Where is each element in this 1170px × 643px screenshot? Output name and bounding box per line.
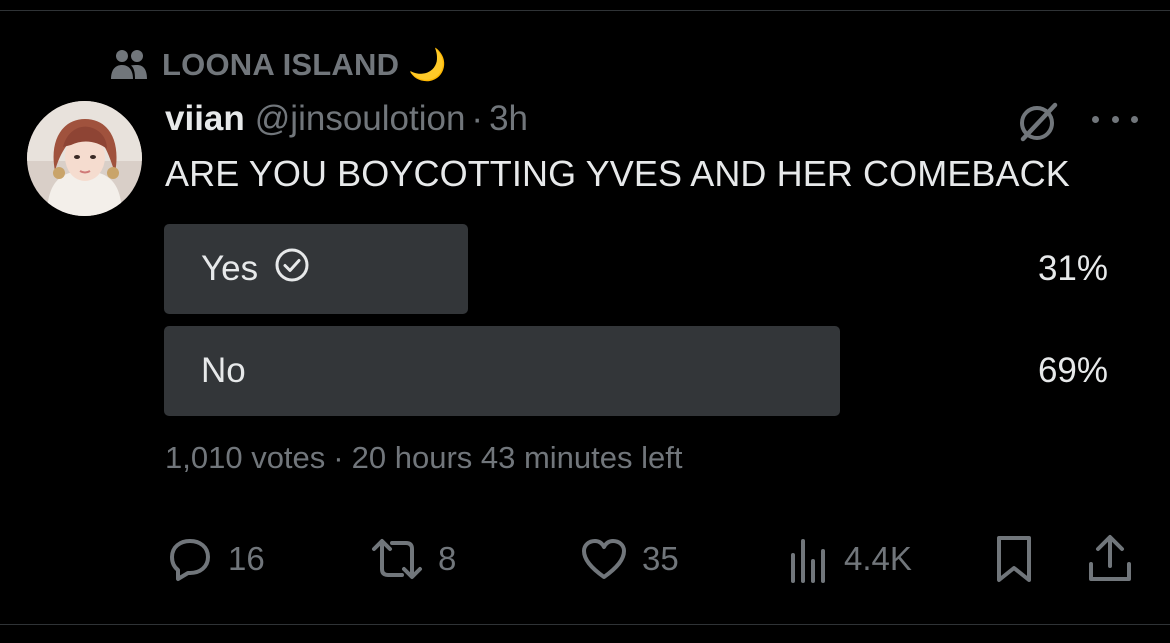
display-name[interactable]: viian [165,99,245,139]
like-button[interactable]: 35 [580,532,679,586]
poll-votes: 1,010 votes [165,440,326,475]
poll-option-yes: Yes 31% [164,224,1108,314]
like-count: 35 [642,540,679,577]
poll-meta-separator: · [333,440,344,475]
grok-icon[interactable] [1015,99,1061,145]
share-icon [1086,534,1134,584]
tweet-header: viian @jinsoulotion · 3h [165,96,528,142]
header-separator: · [471,99,484,138]
poll-option-percent: 69% [1037,351,1108,390]
views-chart-icon [788,535,830,583]
share-button[interactable] [1086,532,1134,586]
poll-option-label: No [201,351,246,390]
community-people-icon [110,47,148,81]
views-button[interactable]: 4.4K [788,532,912,586]
more-options-icon[interactable] [1092,104,1138,134]
poll-meta: 1,010 votes · 20 hours 43 minutes left [165,440,682,476]
poll-option-percent: 31% [1037,249,1108,288]
action-bar: 16 8 35 4.4K [166,532,1136,586]
check-circle-icon [274,247,310,292]
top-divider [0,0,1170,11]
poll-option-no: No 69% [164,326,1108,416]
bottom-divider [0,624,1170,625]
views-count: 4.4K [844,540,912,577]
poll: Yes 31% No 69% [164,224,1108,428]
poll-bar [164,326,840,416]
more-dot [1111,115,1119,123]
tweet-time[interactable]: 3h [489,99,528,139]
more-dot [1092,115,1099,123]
more-dot [1131,115,1138,123]
bookmark-icon [994,534,1034,584]
reply-button[interactable]: 16 [166,532,265,586]
user-handle[interactable]: @jinsoulotion [255,99,466,139]
poll-option-label: Yes [201,249,259,288]
community-header[interactable]: LOONA ISLAND 🌙 [110,44,447,84]
community-name[interactable]: LOONA ISLAND 🌙 [162,46,447,83]
avatar[interactable] [27,101,142,216]
repost-icon [370,535,424,583]
poll-time-left: 20 hours 43 minutes left [351,440,683,475]
bookmark-button[interactable] [994,532,1034,586]
poll-option-label-wrap: No [201,326,246,416]
reply-icon [166,535,214,583]
tweet-text: ARE YOU BOYCOTTING YVES AND HER COMEBACK [165,153,1070,194]
repost-count: 8 [438,540,457,577]
heart-icon [580,535,628,583]
poll-option-label-wrap: Yes [201,224,310,314]
reply-count: 16 [228,540,265,577]
repost-button[interactable]: 8 [370,532,456,586]
